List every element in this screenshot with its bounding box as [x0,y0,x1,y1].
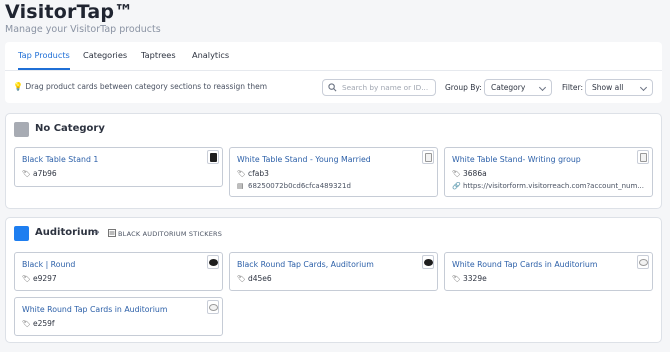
page-header: VisitorTap™ Manage your VisitorTap produ… [0,0,670,42]
product-thumbnail [207,300,219,314]
app-subtitle: Manage your VisitorTap products [5,24,161,35]
product-id: a7b96 [33,169,57,178]
category-section-no-category[interactable]: No Category Black Table Stand 1 🏷 a7b96 W… [5,113,662,209]
product-id-row: 🏷 3686a [452,169,487,178]
chevron-down-icon [538,83,547,92]
product-thumbnail [207,150,219,164]
product-card[interactable]: Black Table Stand 1 🏷 a7b96 [14,147,223,187]
category-color-swatch [14,122,29,137]
search-box[interactable] [322,79,436,96]
tab-analytics[interactable]: Analytics [192,42,229,70]
product-id: cfab3 [248,169,269,178]
product-title: Black Table Stand 1 [22,155,99,164]
product-link: https://visitorform.visitorreach.com?acc… [463,182,644,190]
category-section-auditorium[interactable]: Auditorium → BLACK AUDITORIUM STICKERS B… [5,217,662,343]
product-card[interactable]: White Round Tap Cards in Auditorium 🏷 e25… [14,297,223,336]
drag-hint: 💡 Drag product cards between category se… [13,82,267,91]
tab-tap-products[interactable]: Tap Products [18,42,70,70]
product-thumbnail [422,255,434,269]
product-card[interactable]: White Round Tap Cards in Auditorium 🏷 332… [444,252,653,291]
product-link-row: 🔗 https://visitorform.visitorreach.com?ac… [452,182,648,190]
product-extra-row: ▤ 68250072b0cd6cfca489321d [237,182,351,190]
product-id-row: 🏷 cfab3 [237,169,269,178]
product-card[interactable]: Black Round Tap Cards, Auditorium 🏷 d45e6 [229,252,438,291]
product-thumbnail [637,150,649,164]
category-color-swatch [14,226,29,241]
app-title: VisitorTap™ [5,1,134,23]
product-id: d45e6 [248,274,272,283]
tag-icon: 🏷 [452,170,461,178]
product-title: White Table Stand - Young Married [237,155,371,164]
product-title: White Table Stand- Writing group [452,155,581,164]
product-card[interactable]: Black | Round 🏷 e9297 [14,252,223,291]
toolbar: 💡 Drag product cards between category se… [5,70,662,103]
group-by-label: Group By: [445,83,482,92]
tag-icon: 🏷 [22,320,31,328]
search-icon [328,83,337,92]
drag-hint-text: Drag product cards between category sect… [25,82,268,91]
tag-icon: 🏷 [22,170,31,178]
product-id: e259f [33,319,55,328]
product-title: White Round Tap Cards in Auditorium [22,305,168,314]
product-card[interactable]: White Table Stand- Writing group 🏷 3686a … [444,147,653,197]
tag-icon: 🏷 [452,275,461,283]
product-id-row: 🏷 a7b96 [22,169,57,178]
product-title: Black | Round [22,260,76,269]
search-input[interactable] [342,81,432,94]
chevron-down-icon [639,83,648,92]
product-thumbnail [637,255,649,269]
group-by-select[interactable]: Category [484,79,552,96]
list-icon [108,229,116,237]
group-by-value: Category [491,83,526,92]
arrow-right-icon: → [92,228,100,238]
tab-categories[interactable]: Categories [83,42,127,70]
product-extra-id: 68250072b0cd6cfca489321d [248,182,351,190]
subcategory-label: BLACK AUDITORIUM STICKERS [118,230,223,238]
product-id: 3686a [463,169,487,178]
product-thumbnail [207,255,219,269]
product-id-row: 🏷 e9297 [22,274,57,283]
link-icon: 🔗 [452,182,461,190]
product-title: Black Round Tap Cards, Auditorium [237,260,374,269]
product-id-row: 🏷 e259f [22,319,55,328]
section-title: No Category [35,123,105,134]
product-card[interactable]: White Table Stand - Young Married 🏷 cfab3… [229,147,438,197]
lightbulb-icon: 💡 [13,82,23,91]
filter-select[interactable]: Show all [585,79,653,96]
section-title: Auditorium [35,227,98,238]
tag-icon: 🏷 [237,275,246,283]
tag-icon: 🏷 [22,275,31,283]
tab-bar: Tap Products Categories Taptrees Analyti… [5,42,662,70]
product-thumbnail [422,150,434,164]
tab-taptrees[interactable]: Taptrees [141,42,176,70]
product-id-row: 🏷 3329e [452,274,487,283]
tag-icon: 🏷 [237,170,246,178]
database-icon: ▤ [237,182,244,190]
product-title: White Round Tap Cards in Auditorium [452,260,598,269]
product-id-row: 🏷 d45e6 [237,274,272,283]
product-id: e9297 [33,274,57,283]
product-id: 3329e [463,274,487,283]
filter-value: Show all [592,83,624,92]
filter-label: Filter: [562,83,583,92]
